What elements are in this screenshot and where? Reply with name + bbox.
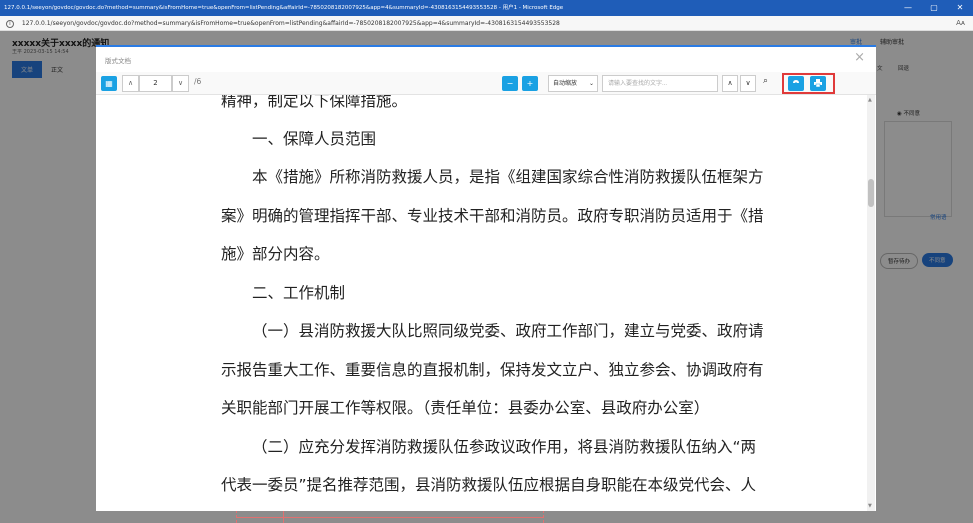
search-icon[interactable]: ⌕ bbox=[763, 76, 768, 86]
text-line: 关职能部门开展工作等权限。（责任单位：县委办公室、县政府办公室） bbox=[221, 399, 710, 417]
address-bar[interactable]: i 127.0.0.1/seeyon/govdoc/govdoc.do?meth… bbox=[0, 16, 973, 31]
close-window-button[interactable]: ✕ bbox=[947, 0, 973, 16]
download-icon[interactable] bbox=[788, 76, 804, 91]
text-line: （一）县消防救援大队比照同级党委、政府工作部门，建立与党委、政府请 bbox=[252, 322, 764, 340]
zoom-in-icon[interactable]: + bbox=[522, 76, 538, 91]
print-icon[interactable] bbox=[810, 76, 826, 91]
thumbnail-toggle-icon[interactable]: ▦ bbox=[101, 76, 117, 91]
dialog-title: 版式文档 bbox=[105, 57, 131, 65]
browser-titlebar: 127.0.0.1/seeyon/govdoc/govdoc.do?method… bbox=[0, 0, 973, 16]
text-line: 案》明确的管理指挥干部、专业技术干部和消防员。政府专职消防员适用于《措 bbox=[221, 207, 764, 225]
text-line: 示报告重大工作、重要信息的直报机制，保持发文立户、独立参会、协调政府有 bbox=[221, 361, 764, 379]
page-total: /6 bbox=[194, 77, 202, 86]
text-line: 施》部分内容。 bbox=[221, 245, 330, 263]
section-heading: 一、保障人员范围 bbox=[252, 130, 377, 148]
reader-mode-icon[interactable]: Aᴀ bbox=[956, 16, 965, 30]
page-down-button[interactable]: ∨ bbox=[172, 75, 189, 92]
page-number-input[interactable]: 2 bbox=[139, 75, 172, 92]
section-heading: 二、工作机制 bbox=[252, 284, 346, 302]
site-info-icon[interactable]: i bbox=[6, 19, 14, 28]
text-line: 代表一委员”提名推荐范围，县消防救援队伍应根据自身职能在本级党代会、人 bbox=[221, 476, 757, 494]
window-controls: — ▢ ✕ bbox=[895, 0, 973, 16]
viewer-toolbar: ▦ ∧ 2 ∨ /6 − + 自动缩放 ⌄ ∧ ∨ ⌕ bbox=[96, 72, 876, 95]
scrollbar-thumb[interactable] bbox=[868, 179, 874, 207]
find-next-button[interactable]: ∨ bbox=[740, 75, 756, 92]
text-line: （二）应充分发挥消防救援队伍参政议政作用，将县消防救援队伍纳入“两 bbox=[252, 438, 757, 456]
text-line: 精神，制定以下保障措施。 bbox=[221, 95, 408, 110]
page-up-button[interactable]: ∧ bbox=[122, 75, 139, 92]
background-table-tick bbox=[283, 510, 284, 523]
zoom-out-icon[interactable]: − bbox=[502, 76, 518, 91]
zoom-select-value: 自动缩放 bbox=[553, 80, 578, 87]
text-line: 本《措施》所称消防救援人员，是指《组建国家综合性消防救援队伍框架方 bbox=[252, 168, 764, 186]
layout-document-dialog: 版式文档 × ▦ ∧ 2 ∨ /6 − + 自动缩放 ⌄ ∧ ∨ ⌕ 精神，制定… bbox=[96, 45, 876, 511]
window-title: 127.0.0.1/seeyon/govdoc/govdoc.do?method… bbox=[4, 5, 564, 11]
url-text[interactable]: 127.0.0.1/seeyon/govdoc/govdoc.do?method… bbox=[22, 20, 560, 27]
minimize-button[interactable]: — bbox=[895, 0, 921, 16]
document-page: 精神，制定以下保障措施。 一、保障人员范围 本《措施》所称消防救援人员，是指《组… bbox=[96, 95, 876, 511]
scroll-up-icon[interactable]: ▲ bbox=[868, 97, 872, 103]
scroll-down-icon[interactable]: ▼ bbox=[868, 503, 872, 509]
document-scrollbar[interactable]: ▲ ▼ bbox=[867, 95, 875, 511]
dialog-header: 版式文档 × bbox=[96, 47, 876, 71]
maximize-button[interactable]: ▢ bbox=[921, 0, 947, 16]
zoom-select[interactable]: 自动缩放 ⌄ bbox=[548, 75, 598, 92]
chevron-down-icon: ⌄ bbox=[588, 80, 594, 87]
find-previous-button[interactable]: ∧ bbox=[722, 75, 738, 92]
find-text-input[interactable] bbox=[602, 75, 718, 92]
close-icon[interactable]: × bbox=[854, 51, 865, 65]
